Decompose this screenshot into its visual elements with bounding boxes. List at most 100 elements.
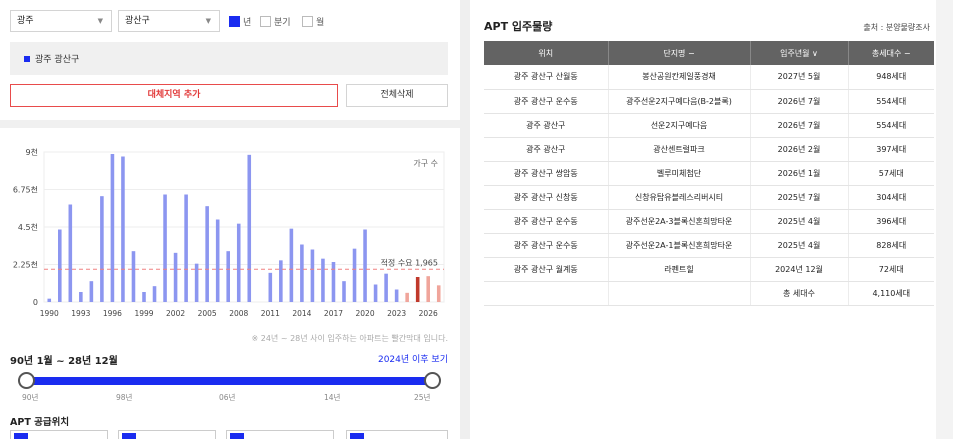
range-title: 90년 1월 ~ 28년 12월 <box>10 356 118 367</box>
view-after-2024-link[interactable]: 2024년 이후 보기 <box>378 352 448 365</box>
y-tick-label: 4.5천 <box>18 222 38 232</box>
bar-1994 <box>89 281 94 302</box>
color-marker <box>230 433 244 439</box>
bar-2016 <box>321 258 325 302</box>
checkbox-icon <box>260 16 271 27</box>
district-select[interactable]: 광산구 ▼ <box>118 10 220 32</box>
right-panel: APT 입주물량 출처 : 분양물량조사 위치 단지명 − 입주년월 ∨ 총세대… <box>470 0 936 439</box>
supply-location-title: APT 공급위치 <box>10 417 70 428</box>
column-header-location[interactable]: 위치 <box>484 41 609 65</box>
range-slider-track[interactable] <box>27 377 433 385</box>
period-month-checkbox[interactable]: 월 <box>302 15 324 28</box>
table-row[interactable]: 광주 광산구 광산센트럴파크 2026년 2월 397세대 <box>484 137 934 162</box>
column-header-units[interactable]: 총세대수 − <box>848 41 934 65</box>
bar-2017 <box>331 262 336 302</box>
table-row[interactable]: 광주 광산구 월계동 라펜트힐 2024년 12월 72세대 <box>484 257 934 282</box>
bar-1996 <box>110 154 115 302</box>
bar-1991 <box>58 229 62 302</box>
range-slider-end-handle[interactable] <box>424 372 441 389</box>
x-tick-label: 2026 <box>419 309 438 318</box>
apt-move-in-title: APT 입주물량 <box>484 20 553 33</box>
supply-location-field[interactable] <box>226 430 334 439</box>
bar-2007 <box>226 251 230 302</box>
bar-2015 <box>310 249 315 302</box>
bar-1995 <box>100 196 104 302</box>
bar-2023 <box>394 289 399 302</box>
x-tick-label: 2002 <box>166 309 185 318</box>
table-cell: 554세대 <box>848 113 934 138</box>
slider-tick-label: 98년 <box>116 393 133 402</box>
table-cell: 광주 광산구 월계동 <box>484 257 609 282</box>
table-row[interactable]: 광주 광산구 산월동 봉산공원칸제일풍경채 2027년 5월 948세대 <box>484 65 934 90</box>
bar-1993 <box>79 292 83 302</box>
bar-2020 <box>363 229 367 302</box>
table-empty-cell <box>608 281 751 306</box>
bar-2002 <box>173 252 178 302</box>
apt-move-in-table: 위치 단지명 − 입주년월 ∨ 총세대수 − 광주 광산구 산월동 봉산공원칸제일… <box>484 41 934 306</box>
x-tick-label: 2023 <box>387 309 406 318</box>
table-row[interactable]: 광주 광산구 신창동 신창유탑유블레스리버시티 2025년 7월 304세대 <box>484 185 934 210</box>
bar-1999 <box>142 292 146 302</box>
table-cell: 광주선운2A-1블록신혼희망타운 <box>608 233 751 258</box>
bar-2024 <box>405 292 409 302</box>
table-cell: 2025년 4월 <box>750 233 849 258</box>
period-quarter-checkbox[interactable]: 분기 <box>260 15 291 28</box>
bar-2004 <box>194 263 199 302</box>
table-cell: 72세대 <box>848 257 934 282</box>
y-tick-label: 0 <box>33 298 38 307</box>
bar-2000 <box>152 286 157 302</box>
period-quarter-label: 분기 <box>274 18 291 28</box>
bar-2021 <box>373 284 378 302</box>
bar-1997 <box>121 156 125 302</box>
table-cell: 봉산공원칸제일풍경채 <box>608 65 751 90</box>
color-marker <box>122 433 136 439</box>
add-region-button[interactable]: 대체지역 추가 <box>10 84 338 107</box>
table-header-row: 위치 단지명 − 입주년월 ∨ 총세대수 − <box>484 41 934 65</box>
supply-location-field[interactable] <box>10 430 108 439</box>
apt-source-label: 출처 : 분양물량조사 <box>863 23 930 32</box>
table-cell: 신창유탑유블레스리버시티 <box>608 185 751 210</box>
x-tick-label: 2020 <box>356 309 375 318</box>
table-row[interactable]: 광주 광산구 쌍암동 벨루미체첨단 2026년 1월 57세대 <box>484 161 934 186</box>
table-row[interactable]: 광주 광산구 운수동 광주선운2A-3블록신혼희망타운 2025년 4월 396세대 <box>484 209 934 234</box>
column-header-move-in[interactable]: 입주년월 ∨ <box>750 41 849 65</box>
delete-all-button[interactable]: 전체삭제 <box>346 84 448 107</box>
table-cell: 광주 광산구 운수동 <box>484 89 609 114</box>
city-select[interactable]: 광주 ▼ <box>10 10 112 32</box>
slider-tick-label: 14년 <box>324 393 341 402</box>
table-cell: 304세대 <box>848 185 934 210</box>
bar-2003 <box>184 194 188 302</box>
page-scrollbar[interactable] <box>936 0 953 439</box>
slider-tick-label: 90년 <box>22 393 39 402</box>
table-total-cell: 4,110세대 <box>848 281 934 306</box>
bar-1990 <box>47 298 52 302</box>
y-tick-label: 9천 <box>26 147 38 157</box>
table-cell: 광주 광산구 운수동 <box>484 233 609 258</box>
supply-location-field[interactable] <box>346 430 448 439</box>
left-panel: 광주 ▼ 광산구 ▼ 년 분기 월 광주 광산구 대체지역 추가 전체삭제 0 2… <box>0 0 460 439</box>
table-cell: 2026년 7월 <box>750 113 849 138</box>
x-tick-label: 2008 <box>229 309 248 318</box>
table-row[interactable]: 광주 광산구 운수동 광주선운2지구예다음(B-2블록) 2026년 7월 554세대 <box>484 89 934 114</box>
range-slider-start-handle[interactable] <box>18 372 35 389</box>
x-tick-label: 1990 <box>40 309 59 318</box>
color-marker <box>350 433 364 439</box>
city-select-value: 광주 <box>17 16 34 26</box>
table-row[interactable]: 광주 광산구 선운2지구예다음 2026년 7월 554세대 <box>484 113 934 138</box>
table-row[interactable]: 광주 광산구 운수동 광주선운2A-1블록신혼희망타운 2025년 4월 828세대 <box>484 233 934 258</box>
x-tick-label: 2014 <box>292 309 311 318</box>
supply-bar-chart: 0 2.25천 4.5천 6.75천 9천 1990 1993 1996 1999 2002 200… <box>13 147 445 318</box>
table-cell: 2026년 2월 <box>750 137 849 162</box>
column-header-complex[interactable]: 단지명 − <box>608 41 751 65</box>
reference-label: 적정 수요 1,965 <box>381 257 438 267</box>
bar-2005 <box>205 206 209 302</box>
table-cell: 광주선운2지구예다음(B-2블록) <box>608 89 751 114</box>
supply-location-field[interactable] <box>118 430 216 439</box>
color-marker <box>14 433 28 439</box>
selected-region-label[interactable]: 광주 광산구 <box>35 52 79 65</box>
bar-1992 <box>68 204 73 302</box>
district-select-value: 광산구 <box>125 16 150 26</box>
bar-2014 <box>300 244 304 302</box>
bar-2018 <box>342 281 346 302</box>
period-year-checkbox[interactable]: 년 <box>229 15 251 28</box>
